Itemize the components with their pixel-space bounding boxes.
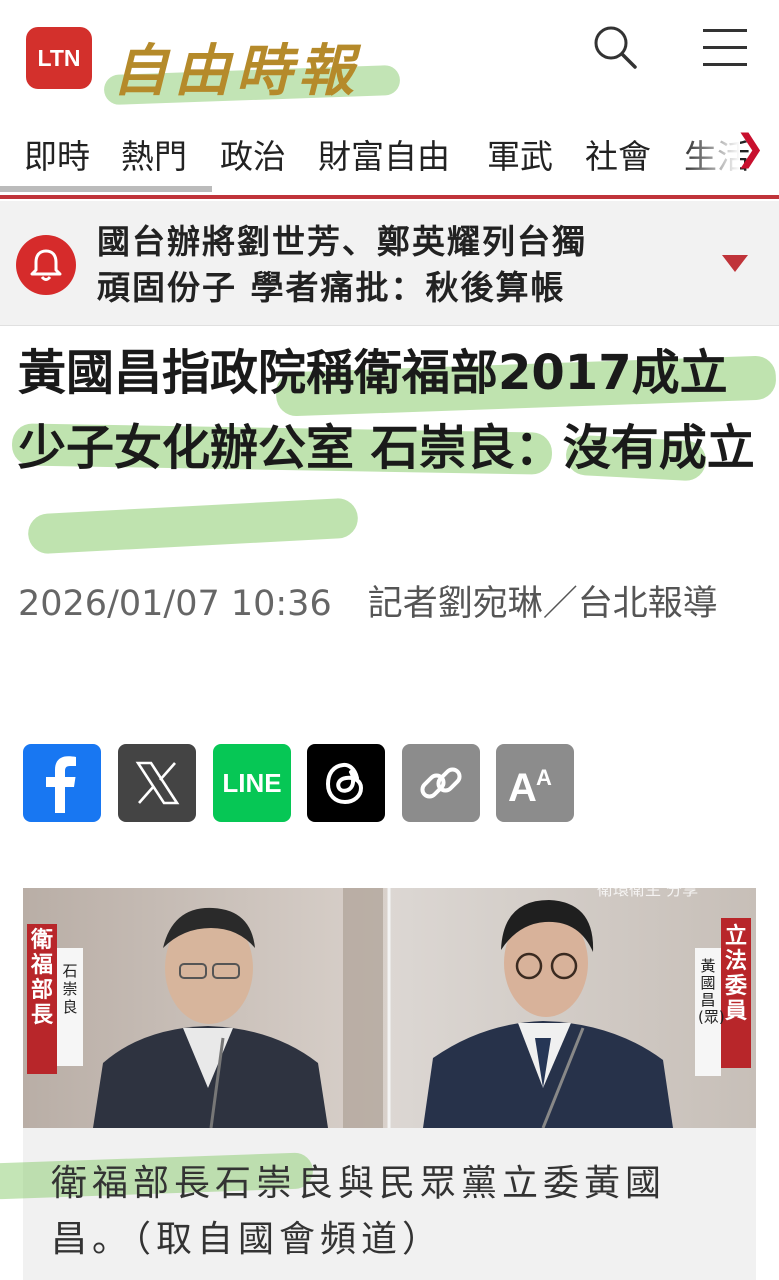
breaking-news-line-1: 國台辦將劉世芳、鄭英耀列台獨 — [97, 222, 587, 261]
search-icon[interactable] — [590, 22, 640, 72]
brand-logo[interactable]: 自由時報 — [100, 20, 410, 110]
threads-share-button[interactable] — [307, 744, 385, 822]
line-share-button[interactable]: LINE — [213, 744, 291, 822]
svg-text:A: A — [536, 765, 552, 790]
site-header: LTN 自由時報 — [0, 0, 779, 110]
breaking-news-line-2: 頑固份子 學者痛批：秋後算帳 — [97, 268, 566, 307]
article-photo[interactable]: 衛福部長 石崇良 立法委員 黃國昌(眾) 衛環衛生 分享 — [23, 888, 756, 1128]
share-bar: LINE A A — [23, 744, 583, 824]
photo-caption-box: 衛福部長石崇良與民眾黨立委黃國昌。（取自國會頻道） — [0, 1128, 756, 1280]
link-icon — [420, 767, 462, 799]
copy-link-button[interactable] — [402, 744, 480, 822]
facebook-share-button[interactable] — [23, 744, 101, 822]
photo-caption: 衛福部長石崇良與民眾黨立委黃國昌。（取自國會頻道） — [51, 1163, 667, 1260]
caret-down-icon[interactable] — [722, 255, 748, 273]
font-size-button[interactable]: A A — [496, 744, 574, 822]
nav-item-society[interactable]: 社會 — [585, 130, 651, 178]
x-icon — [135, 761, 180, 805]
hamburger-menu-icon[interactable] — [700, 22, 750, 72]
breaking-news-bar[interactable]: 國台辦將劉世芳、鄭英耀列台獨 頑固份子 學者痛批：秋後算帳 — [0, 201, 779, 326]
svg-text:A: A — [508, 766, 537, 805]
breaking-news-text[interactable]: 國台辦將劉世芳、鄭英耀列台獨 頑固份子 學者痛批：秋後算帳 — [97, 219, 697, 311]
facebook-icon — [46, 756, 76, 813]
right-name-banner: 黃國昌(眾) — [698, 957, 725, 1026]
threads-icon — [325, 762, 364, 805]
nav-fade — [680, 120, 740, 190]
article-meta: 2026/01/07 10:36 記者劉宛琳／台北報導 — [18, 578, 758, 630]
category-nav: 即時 熱門 政治 財富自由 軍武 社會 生活 ❯ — [0, 120, 779, 190]
font-size-icon: A A — [508, 765, 552, 805]
header-divider — [0, 195, 779, 199]
nav-item-finance[interactable]: 財富自由 — [318, 130, 450, 178]
nav-active-indicator — [0, 186, 212, 192]
channel-watermark: 衛環衛生 分享 — [597, 888, 699, 899]
nav-item-instant[interactable]: 即時 — [24, 130, 90, 178]
line-icon: LINE — [222, 767, 282, 798]
article-title: 黃國昌指政院稱衛福部2017成立少子女化辦公室 石崇良：沒有成立 — [18, 345, 755, 476]
article-title-block: 黃國昌指政院稱衛福部2017成立少子女化辦公室 石崇良：沒有成立 — [11, 336, 777, 561]
nav-item-politics[interactable]: 政治 — [220, 130, 286, 178]
bell-icon — [16, 235, 76, 295]
photo-image — [23, 888, 756, 1128]
left-title-banner: 衛福部長 — [30, 928, 53, 1028]
chevron-right-icon[interactable]: ❯ — [735, 128, 765, 169]
byline: 記者劉宛琳／台北報導 — [367, 584, 718, 624]
left-name-banner: 石崇良 — [62, 962, 78, 1016]
brand-name: 自由時報 — [112, 38, 360, 104]
ltn-logo[interactable]: LTN — [26, 27, 92, 89]
nav-item-hot[interactable]: 熱門 — [121, 130, 187, 178]
x-share-button[interactable] — [118, 744, 196, 822]
nav-item-military[interactable]: 軍武 — [487, 130, 553, 178]
publish-date: 2026/01/07 10:36 — [18, 584, 332, 624]
right-title-banner: 立法委員 — [724, 924, 747, 1024]
highlight-mark — [27, 497, 359, 555]
